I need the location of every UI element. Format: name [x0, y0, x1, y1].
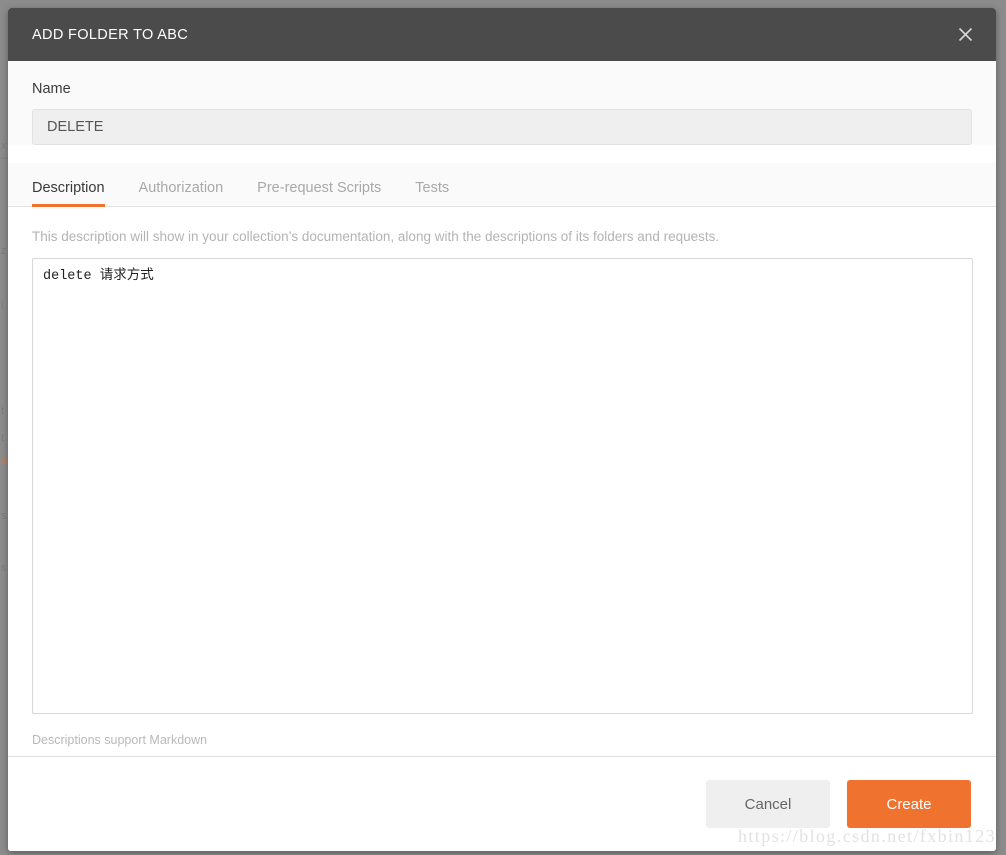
background-fragment: s [1, 562, 7, 574]
description-hint-text: This description will show in your colle… [32, 229, 973, 244]
background-fragment: x [1, 140, 7, 152]
close-icon[interactable] [952, 22, 978, 48]
dialog-footer: Cancel Create [8, 756, 996, 851]
cancel-button[interactable]: Cancel [706, 780, 830, 828]
tab-pre-request-scripts[interactable]: Pre-request Scripts [257, 180, 381, 207]
description-panel: This description will show in your colle… [8, 207, 996, 756]
dialog-title: ADD FOLDER TO ABC [32, 27, 188, 43]
folder-name-input[interactable] [32, 109, 972, 145]
tab-description[interactable]: Description [32, 180, 105, 207]
description-textarea[interactable]: delete 请求方式 [32, 258, 973, 714]
background-fragment: a [1, 455, 7, 467]
background-fragment: i [1, 300, 3, 312]
background-fragment: t [1, 405, 4, 417]
dialog-header: ADD FOLDER TO ABC [8, 8, 996, 61]
tab-authorization[interactable]: Authorization [139, 180, 224, 207]
add-folder-dialog: ADD FOLDER TO ABC Name Description Autho… [8, 8, 996, 851]
create-button[interactable]: Create [847, 780, 971, 828]
dialog-body: Name Description Authorization Pre-reque… [8, 61, 996, 756]
tab-bar: Description Authorization Pre-request Sc… [8, 163, 996, 207]
tab-tests[interactable]: Tests [415, 180, 449, 207]
background-fragment: z [1, 245, 7, 257]
markdown-support-note: Descriptions support Markdown [32, 714, 973, 756]
name-section: Name [8, 61, 996, 145]
name-label: Name [32, 81, 972, 97]
background-fragment: t [1, 432, 4, 444]
background-fragment: s [1, 510, 7, 522]
